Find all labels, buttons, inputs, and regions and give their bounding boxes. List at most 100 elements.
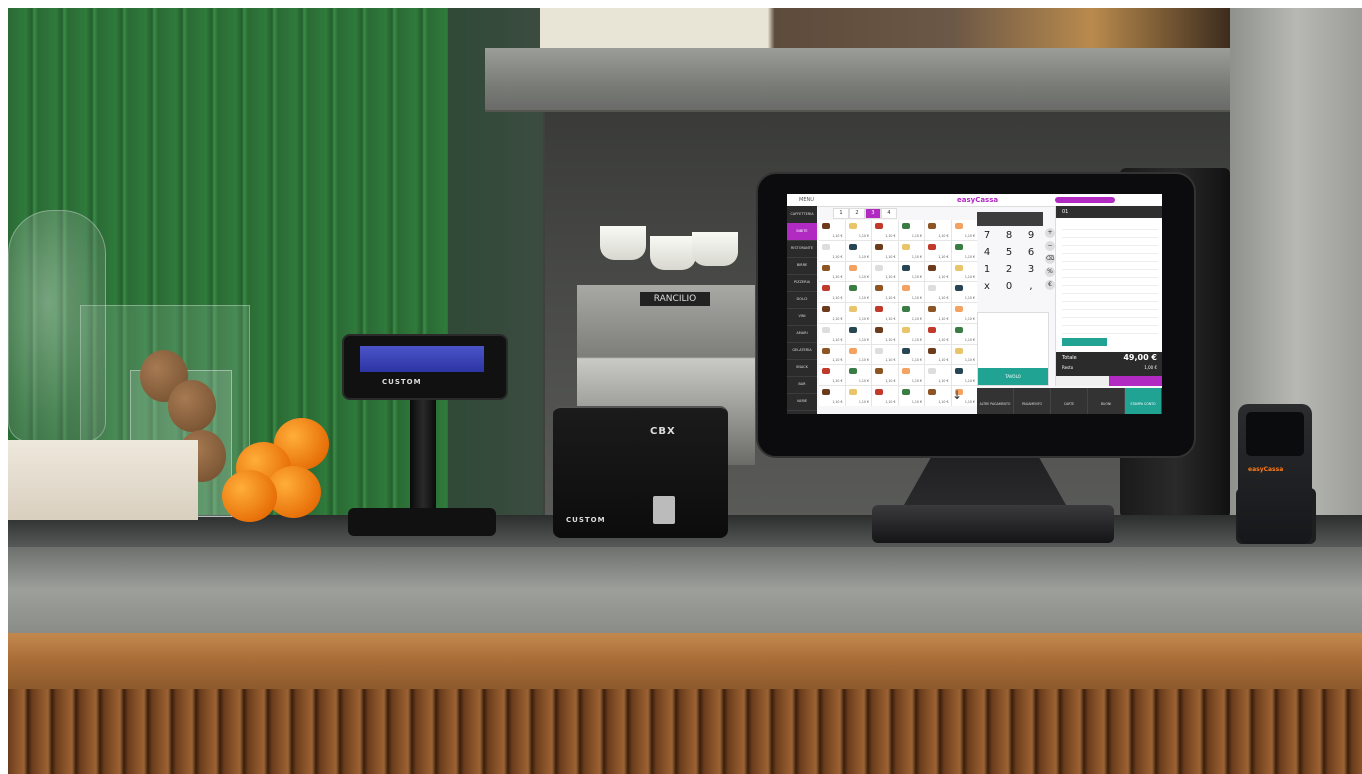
tab[interactable]: 2: [849, 208, 865, 219]
product-tile[interactable]: 1,10 €: [925, 220, 951, 240]
product-tile[interactable]: 1,10 €: [819, 282, 845, 303]
sidebar-item[interactable]: BAR: [787, 376, 817, 394]
receipt-line[interactable]: [1062, 286, 1158, 294]
receipt-line[interactable]: [1062, 326, 1158, 334]
receipt-line[interactable]: [1062, 318, 1158, 326]
numpad-key[interactable]: 3: [1021, 262, 1041, 278]
numpad-key[interactable]: 8: [999, 228, 1019, 244]
product-tile[interactable]: 1,10 €: [845, 386, 871, 406]
sidebar-item[interactable]: BIBITE: [787, 223, 817, 241]
bottom-bar-button[interactable]: CARTE: [1051, 388, 1088, 414]
product-tile[interactable]: 1,10 €: [872, 282, 898, 303]
product-tile[interactable]: 1,10 €: [951, 365, 977, 386]
receipt-line[interactable]: [1062, 246, 1158, 254]
product-tile[interactable]: 1,10 €: [925, 344, 951, 365]
product-tile[interactable]: 1,10 €: [925, 261, 951, 282]
sidebar-item[interactable]: VARIE: [787, 393, 817, 411]
numpad-key[interactable]: 0: [999, 279, 1019, 295]
product-tile[interactable]: 1,10 €: [925, 386, 951, 406]
product-tile[interactable]: 1,10 €: [925, 282, 951, 303]
numpad-side-button[interactable]: −: [1045, 241, 1055, 251]
product-tile[interactable]: 1,10 €: [898, 303, 924, 323]
product-tile[interactable]: 1,10 €: [925, 240, 951, 261]
receipt-line[interactable]: [1062, 270, 1158, 278]
product-tile[interactable]: 1,10 €: [872, 323, 898, 344]
product-tile[interactable]: 1,10 €: [898, 323, 924, 344]
tab[interactable]: 1: [833, 208, 849, 219]
product-tile[interactable]: 1,10 €: [872, 220, 898, 240]
receipt-line[interactable]: [1062, 302, 1158, 310]
product-tile[interactable]: 1,10 €: [898, 240, 924, 261]
product-tile[interactable]: 1,10 €: [872, 386, 898, 406]
sidebar-item[interactable]: RISTORANTE: [787, 240, 817, 258]
numpad-key[interactable]: 1: [977, 262, 997, 278]
numpad-side-button[interactable]: €: [1045, 280, 1055, 290]
numpad-key[interactable]: x: [977, 279, 997, 295]
product-tile[interactable]: 1,10 €: [872, 365, 898, 386]
sidebar-item[interactable]: GELATERIA: [787, 342, 817, 360]
product-tile[interactable]: 1,10 €: [898, 344, 924, 365]
arrow-down-icon[interactable]: ↓: [952, 388, 962, 402]
product-tile[interactable]: 1,10 €: [951, 303, 977, 323]
product-tile[interactable]: 1,10 €: [845, 220, 871, 240]
product-tile[interactable]: 1,10 €: [845, 261, 871, 282]
numpad-key[interactable]: ,: [1021, 279, 1041, 295]
numpad-key[interactable]: 2: [999, 262, 1019, 278]
receipt-pay-button[interactable]: [1109, 376, 1162, 386]
product-tile[interactable]: 1,10 €: [951, 323, 977, 344]
numpad-side-button[interactable]: %: [1045, 267, 1055, 277]
product-tile[interactable]: 1,10 €: [819, 344, 845, 365]
product-tile[interactable]: 1,10 €: [951, 220, 977, 240]
bottom-bar-button[interactable]: BUONI: [1088, 388, 1125, 414]
product-tile[interactable]: 1,10 €: [898, 282, 924, 303]
bottom-bar-button[interactable]: PAGAMENTO: [1014, 388, 1051, 414]
tab[interactable]: 3: [865, 208, 881, 219]
product-tile[interactable]: 1,10 €: [951, 344, 977, 365]
product-tile[interactable]: 1,10 €: [845, 282, 871, 303]
receipt-line[interactable]: [1062, 278, 1158, 286]
receipt-line[interactable]: [1062, 294, 1158, 302]
receipt-line[interactable]: [1062, 254, 1158, 262]
product-tile[interactable]: 1,10 €: [819, 220, 845, 240]
sidebar-item[interactable]: PIZZERIA: [787, 274, 817, 292]
pos-header-pill[interactable]: [1055, 197, 1115, 203]
product-tile[interactable]: 1,10 €: [819, 365, 845, 386]
sidebar-item[interactable]: SNACK: [787, 359, 817, 377]
numpad-side-button[interactable]: ⌫: [1045, 254, 1055, 264]
product-tile[interactable]: 1,10 €: [819, 240, 845, 261]
product-tile[interactable]: 1,10 €: [951, 240, 977, 261]
product-tile[interactable]: 1,10 €: [819, 261, 845, 282]
product-tile[interactable]: 1,10 €: [819, 323, 845, 344]
tab[interactable]: 4: [881, 208, 897, 219]
product-tile[interactable]: 1,10 €: [845, 303, 871, 323]
product-tile[interactable]: 1,10 €: [872, 240, 898, 261]
product-tile[interactable]: 1,10 €: [819, 386, 845, 406]
product-tile[interactable]: 1,10 €: [951, 282, 977, 303]
receipt-secondary-button[interactable]: [1056, 376, 1109, 386]
product-tile[interactable]: 1,10 €: [845, 323, 871, 344]
numpad-key[interactable]: 6: [1021, 245, 1041, 261]
product-tile[interactable]: 1,10 €: [898, 386, 924, 406]
receipt-line[interactable]: [1062, 230, 1158, 238]
receipt-line[interactable]: [1062, 262, 1158, 270]
receipt-line[interactable]: [1062, 238, 1158, 246]
product-tile[interactable]: 1,10 €: [872, 344, 898, 365]
table-button[interactable]: TAVOLO: [978, 368, 1048, 385]
numpad-key[interactable]: 4: [977, 245, 997, 261]
bottom-bar-button[interactable]: ALTRE PAGAMENTO: [977, 388, 1014, 414]
product-tile[interactable]: 1,10 €: [872, 303, 898, 323]
receipt-action-button[interactable]: [1062, 338, 1107, 346]
product-tile[interactable]: 1,10 €: [845, 344, 871, 365]
product-tile[interactable]: 1,10 €: [925, 323, 951, 344]
product-tile[interactable]: 1,10 €: [819, 303, 845, 323]
sidebar-item[interactable]: VINI: [787, 308, 817, 326]
numpad-side-button[interactable]: +: [1045, 228, 1055, 238]
product-tile[interactable]: 1,10 €: [845, 240, 871, 261]
product-tile[interactable]: 1,10 €: [925, 365, 951, 386]
bottom-bar-button[interactable]: STAMPA CONTO: [1125, 388, 1162, 414]
sidebar-item[interactable]: AMARI: [787, 325, 817, 343]
sidebar-item[interactable]: CAFFETTERIA: [787, 206, 817, 224]
product-tile[interactable]: 1,10 €: [898, 220, 924, 240]
product-tile[interactable]: 1,10 €: [845, 365, 871, 386]
product-tile[interactable]: 1,10 €: [951, 261, 977, 282]
